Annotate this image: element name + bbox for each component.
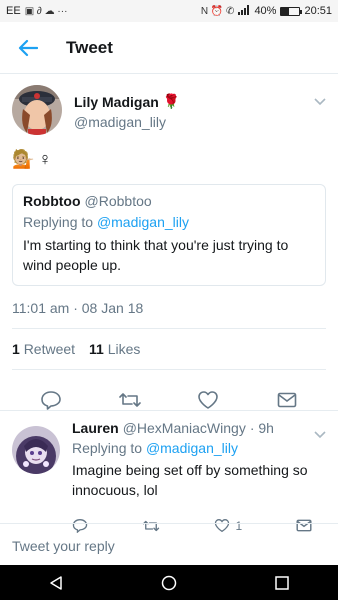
quoted-text: I'm starting to think that you're just t… — [23, 237, 289, 273]
nav-recents-button[interactable] — [262, 568, 302, 598]
chevron-down-icon — [314, 431, 326, 439]
reply-time: · 9h — [249, 420, 274, 436]
reply-text: Imagine being set off by something so in… — [72, 462, 308, 498]
reply-author-handle[interactable]: @HexManiacWingy — [123, 420, 246, 436]
retweets-count: 1 — [12, 341, 20, 357]
like-button[interactable] — [190, 388, 226, 412]
back-arrow-icon — [18, 39, 38, 56]
tweet-stats: 1 Retweet 11 Likes — [0, 329, 338, 357]
quoted-replying-to: Replying to @madigan_lily — [23, 214, 315, 230]
author-name[interactable]: Lily Madigan — [74, 94, 159, 110]
reply-menu-button[interactable] — [314, 426, 326, 444]
retweet-icon — [118, 393, 141, 407]
battery-percent: 40% — [254, 5, 277, 17]
author-handle[interactable]: @madigan_lily — [74, 114, 180, 130]
author-avatar[interactable] — [12, 85, 62, 135]
system-icons: N ⏰ ✆ — [200, 5, 235, 17]
tweet-timestamp: 11:01 am · 08 Jan 18 — [12, 300, 144, 316]
quoted-tweet[interactable]: Robbtoo @Robbtoo Replying to @madigan_li… — [12, 184, 326, 286]
carrier-label: EE — [6, 5, 21, 17]
signal-icon — [238, 4, 250, 18]
square-recents-icon — [274, 575, 289, 590]
page-title: Tweet — [66, 37, 113, 57]
nav-back-button[interactable] — [36, 568, 76, 598]
replying-mention[interactable]: @madigan_lily — [97, 214, 189, 230]
female-sign-symbol: ♀ — [38, 149, 52, 169]
top-app-bar: Tweet — [0, 22, 338, 74]
system-nav-bar — [0, 565, 338, 600]
retweets-label: Retweet — [23, 341, 76, 357]
woman-tipping-hand-emoji: 💁🏼 — [12, 149, 35, 169]
reply-author-name[interactable]: Lauren — [72, 420, 119, 436]
divider — [0, 410, 338, 411]
reply-tweet[interactable]: Lauren @HexManiacWingy · 9h Replying to … — [0, 412, 338, 533]
mail-icon — [277, 392, 297, 408]
heart-icon — [198, 391, 219, 409]
status-bar: EE ▣ ∂ ☁ ··· N ⏰ ✆ 40% 20:51 — [0, 0, 338, 22]
share-dm-button[interactable] — [269, 388, 305, 412]
triangle-back-icon — [50, 575, 63, 590]
clock: 20:51 — [304, 5, 332, 17]
notification-icons: ▣ ∂ ☁ ··· — [24, 5, 68, 17]
rose-emoji: 🌹 — [162, 93, 181, 109]
main-tweet: Lily Madigan 🌹 @madigan_lily 💁🏼 ♀ Robbto… — [0, 75, 338, 424]
retweet-button[interactable] — [112, 388, 148, 412]
battery-icon — [280, 6, 303, 16]
quoted-author-name: Robbtoo — [23, 193, 81, 209]
retweets-stat[interactable]: 1 Retweet — [12, 341, 75, 357]
likes-stat[interactable]: 11 Likes — [89, 341, 140, 357]
reply-author-avatar[interactable] — [12, 426, 60, 474]
reply-replying-to: Replying to @madigan_lily — [72, 440, 326, 456]
quoted-author-handle: @Robbtoo — [84, 193, 152, 209]
reply-button[interactable] — [33, 388, 69, 412]
tweet-menu-button[interactable] — [314, 93, 326, 111]
chevron-down-icon — [314, 98, 326, 106]
tweet-text: 💁🏼 ♀ — [0, 135, 338, 170]
likes-count: 11 — [89, 341, 104, 357]
replying-mention[interactable]: @madigan_lily — [146, 440, 238, 456]
circle-home-icon — [161, 575, 177, 590]
reply-compose-field[interactable]: Tweet your reply — [0, 523, 338, 565]
replying-prefix: Replying to — [72, 440, 143, 456]
replying-prefix: Replying to — [23, 214, 94, 230]
likes-label: Likes — [107, 341, 141, 357]
back-button[interactable] — [0, 22, 56, 74]
nav-home-button[interactable] — [149, 568, 189, 598]
reply-icon — [41, 391, 62, 410]
